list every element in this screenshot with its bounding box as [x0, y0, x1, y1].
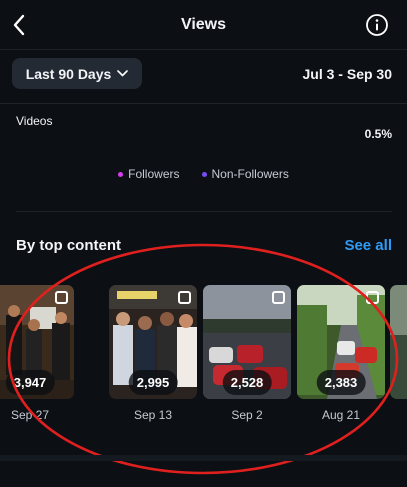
legend-item-followers: Followers	[118, 167, 180, 181]
legend: Followers Non-Followers	[0, 167, 407, 181]
info-icon	[366, 14, 388, 36]
post-date: Aug 21	[321, 408, 361, 422]
breakdown-percentage: 0.5%	[364, 127, 392, 141]
see-all-link[interactable]: See all	[344, 237, 392, 254]
legend-dot	[118, 171, 124, 177]
legend-label: Non-Followers	[211, 167, 289, 181]
reel-icon	[272, 291, 285, 304]
content-card[interactable]: 2,528 Sep 2	[203, 285, 291, 422]
legend-label: Followers	[128, 167, 180, 181]
views-count: 2,383	[316, 370, 366, 395]
date-range: Jul 3 - Sep 30	[302, 66, 392, 82]
post-date: Sep 27	[10, 408, 50, 422]
content-thumbnail[interactable]: 2,528	[203, 285, 291, 399]
content-card[interactable]: 2,383 Aug 21	[297, 285, 385, 422]
thumbnail-image	[390, 285, 407, 399]
post-date: Sep 2	[231, 408, 263, 422]
divider	[16, 211, 392, 212]
page-title: Views	[180, 16, 227, 33]
content-thumbnail[interactable]: 2,383	[297, 285, 385, 399]
divider	[0, 103, 407, 104]
content-thumbnail[interactable]: 3,947	[0, 285, 74, 399]
content-card[interactable]	[390, 285, 407, 399]
content-thumbnail[interactable]: 2,995	[109, 285, 197, 399]
post-date: Sep 13	[133, 408, 173, 422]
views-count: 2,528	[222, 370, 272, 395]
content-thumbnail[interactable]	[390, 285, 407, 399]
views-count: 2,995	[128, 370, 178, 395]
views-count: 3,947	[5, 370, 55, 395]
breakdown-label: Videos	[16, 114, 53, 128]
legend-item-non-followers: Non-Followers	[201, 167, 289, 181]
section-divider	[0, 455, 407, 461]
reel-icon	[178, 291, 191, 304]
reel-icon	[366, 291, 379, 304]
legend-dot	[201, 171, 207, 177]
top-content-carousel[interactable]: 3,947 Sep 27 2,995 Sep 13 2,528 Sep 2 2,…	[0, 285, 407, 435]
section-title: By top content	[16, 237, 121, 254]
content-card[interactable]: 3,947 Sep 27	[0, 285, 74, 422]
top-bar: Views	[0, 0, 407, 50]
date-filter-label: Last 90 Days	[25, 65, 112, 82]
reel-icon	[55, 291, 68, 304]
chevron-down-icon	[117, 70, 129, 77]
info-button[interactable]	[365, 13, 389, 37]
content-card[interactable]: 2,995 Sep 13	[109, 285, 197, 422]
date-filter-dropdown[interactable]: Last 90 Days	[12, 58, 142, 89]
